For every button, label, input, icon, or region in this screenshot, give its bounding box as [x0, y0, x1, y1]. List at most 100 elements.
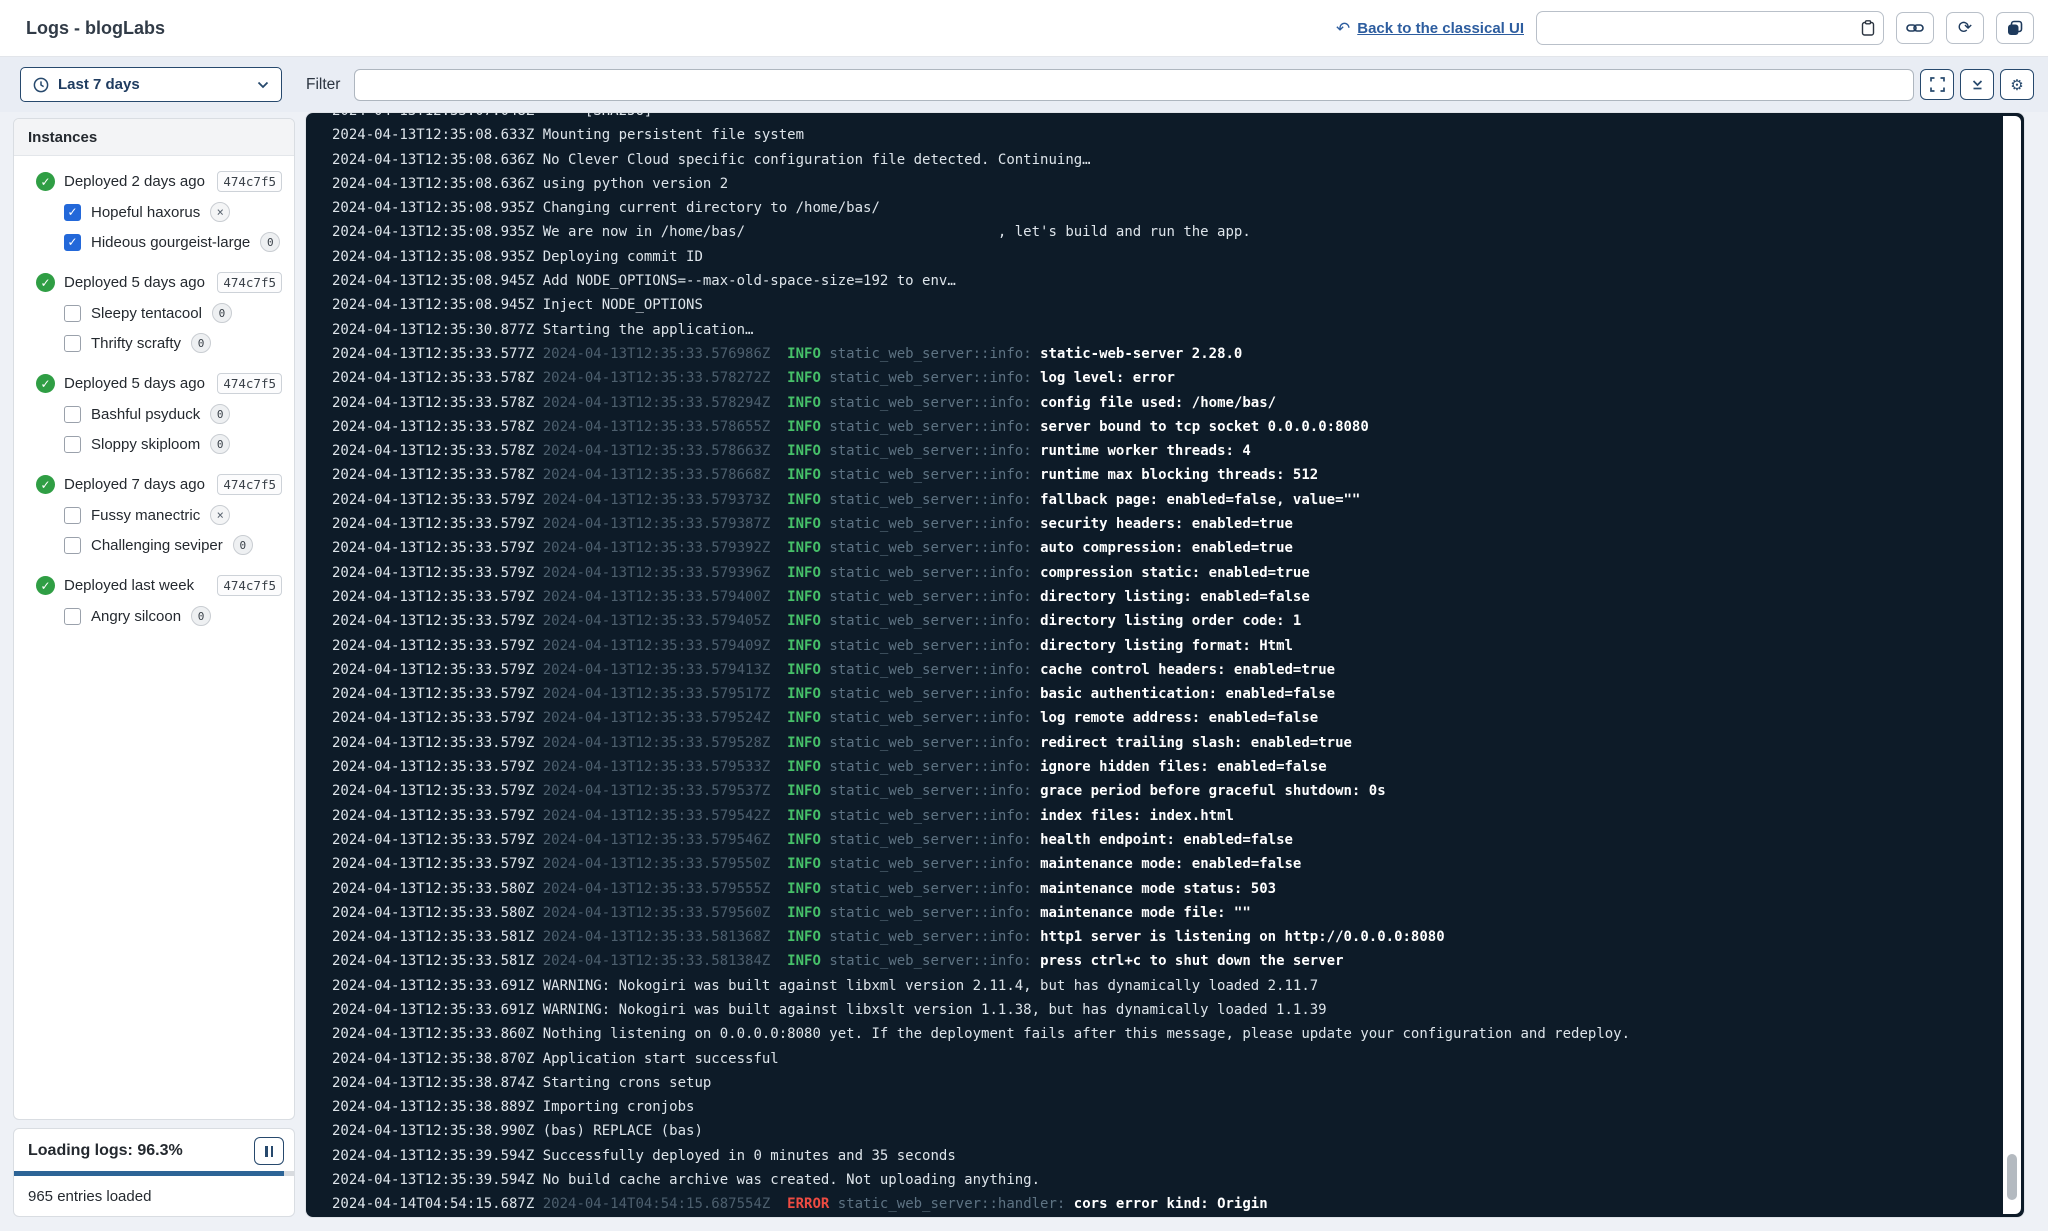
log-message: fallback page: enabled=false, value=""	[1040, 492, 1360, 508]
date-range-dropdown[interactable]: Last 7 days	[20, 67, 282, 102]
log-line: 2024-04-13T12:35:33.581Z 2024-04-13T12:3…	[332, 949, 2000, 973]
gear-icon: ⚙	[2010, 76, 2023, 94]
deployed-check-icon: ✓	[36, 172, 55, 191]
instance-checkbox[interactable]: ✓	[64, 204, 81, 221]
log-message: maintenance mode file: ""	[1040, 905, 1251, 921]
settings-button[interactable]: ⚙	[2000, 69, 2034, 100]
console-scrollbar[interactable]	[2003, 116, 2021, 1214]
log-module: static_web_server::info:	[829, 638, 1031, 654]
log-timestamp: 2024-04-13T12:35:33.579Z	[332, 710, 534, 726]
commit-hash-badge: 474c7f5	[217, 474, 282, 495]
filter-input[interactable]	[354, 69, 1914, 101]
log-module: static_web_server::info:	[829, 467, 1031, 483]
log-timestamp: 2024-04-13T12:35:38.870Z	[332, 1051, 534, 1067]
console-scrollbar-thumb[interactable]	[2007, 1154, 2017, 1200]
log-message: We are now in /home/bas/ , let's build a…	[543, 224, 1251, 240]
instance-checkbox[interactable]	[64, 507, 81, 524]
log-level: INFO	[787, 346, 821, 362]
refresh-button[interactable]: ⟳	[1946, 12, 1984, 44]
log-timestamp: 2024-04-13T12:35:33.579Z	[332, 686, 534, 702]
instance-name[interactable]: Sloppy skiploom	[91, 436, 200, 453]
loading-logs-panel: Loading logs: 96.3% 965 entries loaded	[13, 1128, 295, 1217]
deployed-check-icon: ✓	[36, 273, 55, 292]
log-module: static_web_server::info:	[829, 443, 1031, 459]
deployment-groups: ✓Deployed 2 days ago474c7f5✓Hopeful haxo…	[14, 156, 294, 631]
log-timestamp: 2024-04-13T12:35:38.874Z	[332, 1075, 534, 1091]
log-level: INFO	[787, 613, 821, 629]
instances-panel: Instances ✓Deployed 2 days ago474c7f5✓Ho…	[13, 118, 295, 1120]
log-line: 2024-04-13T12:35:07.048Z ' [SHA256] '	[332, 112, 2000, 123]
clock-icon	[33, 77, 49, 93]
deployment-label: Deployed last week	[64, 577, 194, 594]
log-module: static_web_server::info:	[829, 516, 1031, 532]
log-line: 2024-04-13T12:35:33.579Z 2024-04-13T12:3…	[332, 731, 2000, 755]
log-line: 2024-04-13T12:35:33.578Z 2024-04-13T12:3…	[332, 366, 2000, 390]
instances-panel-title: Instances	[14, 119, 294, 156]
refresh-icon: ⟳	[1958, 18, 1972, 38]
log-message: log remote address: enabled=false	[1040, 710, 1318, 726]
log-module: static_web_server::info:	[829, 953, 1031, 969]
pause-loading-button[interactable]	[254, 1137, 284, 1165]
logs-toolbar: Last 7 days Filter ⚙	[0, 57, 2048, 112]
log-inner-timestamp: 2024-04-13T12:35:33.579550Z	[543, 856, 771, 872]
instance-removed-icon: ×	[210, 202, 230, 222]
log-timestamp: 2024-04-14T04:54:15.687Z	[332, 1196, 534, 1212]
deployment-group-row: ✓Deployed 5 days ago474c7f5	[14, 267, 294, 298]
log-timestamp: 2024-04-13T12:35:33.579Z	[332, 735, 534, 751]
clipboard-icon[interactable]	[1861, 20, 1875, 36]
log-level: INFO	[787, 783, 821, 799]
instance-name[interactable]: Sleepy tentacool	[91, 305, 202, 322]
instance-checkbox[interactable]	[64, 406, 81, 423]
log-message: Changing current directory to /home/bas/	[543, 200, 880, 216]
log-level: INFO	[787, 929, 821, 945]
header-search-input[interactable]	[1545, 20, 1861, 36]
log-message: ignore hidden files: enabled=false	[1040, 759, 1327, 775]
page-title: Logs - blogLabs	[26, 18, 165, 39]
fullscreen-button[interactable]	[1920, 69, 1954, 100]
log-timestamp: 2024-04-13T12:35:33.579Z	[332, 540, 534, 556]
log-module: static_web_server::info:	[829, 419, 1031, 435]
log-timestamp: 2024-04-13T12:35:33.860Z	[332, 1026, 534, 1042]
log-level: INFO	[787, 881, 821, 897]
instance-name[interactable]: Angry silcoon	[91, 608, 181, 625]
deployment-group: ✓Deployed last week474c7f5Angry silcoon0	[14, 570, 294, 631]
deployment-label: Deployed 5 days ago	[64, 375, 205, 392]
instance-name[interactable]: Hopeful haxorus	[91, 204, 200, 221]
deployment-group-row: ✓Deployed 5 days ago474c7f5	[14, 368, 294, 399]
log-level: INFO	[787, 467, 821, 483]
instance-name[interactable]: Fussy manectric	[91, 507, 200, 524]
instance-checkbox[interactable]	[64, 608, 81, 625]
log-timestamp: 2024-04-13T12:35:33.578Z	[332, 370, 534, 386]
instance-checkbox[interactable]	[64, 335, 81, 352]
scroll-to-bottom-button[interactable]	[1960, 69, 1994, 100]
log-inner-timestamp: 2024-04-13T12:35:33.579392Z	[543, 540, 771, 556]
log-line: 2024-04-13T12:35:33.691Z WARNING: Nokogi…	[332, 998, 2000, 1022]
log-module: static_web_server::info:	[829, 905, 1031, 921]
log-line: 2024-04-13T12:35:33.579Z 2024-04-13T12:3…	[332, 634, 2000, 658]
log-module: static_web_server::info:	[829, 783, 1031, 799]
instance-row: Fussy manectric×	[14, 500, 294, 530]
instance-checkbox[interactable]	[64, 436, 81, 453]
deployment-group: ✓Deployed 5 days ago474c7f5 Sleepy tentac…	[14, 267, 294, 358]
log-line: 2024-04-13T12:35:33.579Z 2024-04-13T12:3…	[332, 512, 2000, 536]
duplicate-view-button[interactable]	[1996, 12, 2034, 44]
commit-hash-badge: 474c7f5	[217, 272, 282, 293]
instance-checkbox[interactable]	[64, 537, 81, 554]
link-icon	[1906, 21, 1924, 35]
instance-name[interactable]: Hideous gourgeist-large	[91, 234, 250, 251]
instance-checkbox[interactable]: ✓	[64, 234, 81, 251]
instance-row: Angry silcoon0	[14, 601, 294, 631]
instance-name[interactable]: Thrifty scrafty	[91, 335, 181, 352]
instance-name[interactable]: Challenging seviper	[91, 537, 223, 554]
copy-link-button[interactable]	[1896, 12, 1934, 44]
instance-checkbox[interactable]	[64, 305, 81, 322]
instance-name[interactable]: Bashful psyduck	[91, 406, 200, 423]
log-line: 2024-04-13T12:35:38.870Z Application sta…	[332, 1047, 2000, 1071]
log-message: grace period before graceful shutdown: 0…	[1040, 783, 1386, 799]
filter-label: Filter	[306, 76, 340, 94]
date-range-label: Last 7 days	[58, 76, 140, 93]
log-timestamp: 2024-04-13T12:35:07.048Z	[332, 112, 534, 119]
log-level: INFO	[787, 443, 821, 459]
back-to-classical-ui-link[interactable]: ↶ Back to the classical UI	[1336, 20, 1524, 37]
instance-row: ✓Hideous gourgeist-large0	[14, 227, 294, 257]
